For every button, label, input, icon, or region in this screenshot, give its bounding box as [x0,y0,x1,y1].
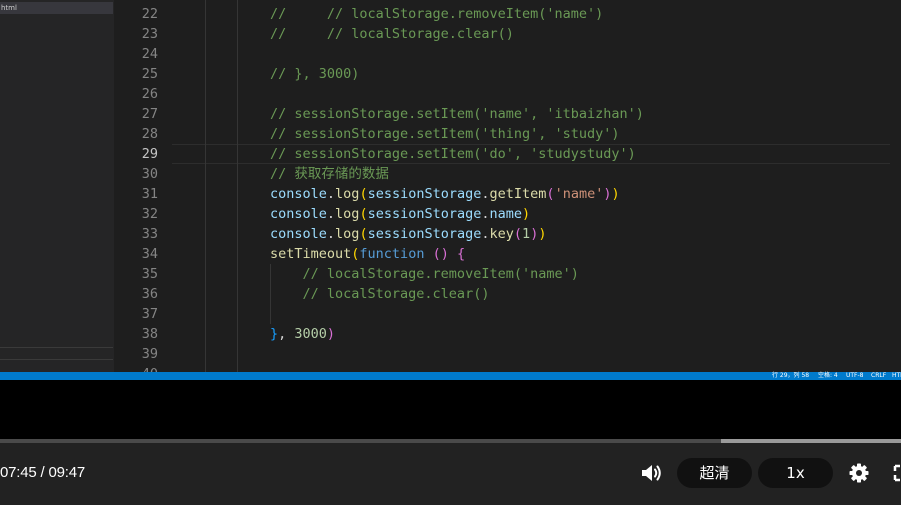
code-line: setTimeout(function () { [270,246,466,262]
code-editor[interactable]: // // localStorage.removeItem('name') //… [172,0,901,372]
line-number: 28 [141,126,158,142]
code-line: // // localStorage.removeItem('name') [270,6,604,22]
code-line: // 获取存储的数据 [270,166,389,182]
line-number: 34 [141,246,158,262]
current-time: 07:45 [0,464,37,481]
volume-icon[interactable] [641,463,663,483]
line-number: 24 [141,46,158,62]
line-number: 39 [141,346,158,362]
language-mode[interactable]: HTML [892,372,901,380]
code-line: // sessionStorage.setItem('name', 'itbai… [270,106,644,122]
indent-setting[interactable]: 空格: 4 [818,372,838,380]
player-controls: 07:45 / 09:47 超清 1x [0,443,901,505]
line-number: 25 [141,66,158,82]
code-line: // sessionStorage.setItem('thing', 'stud… [270,126,620,142]
time-display: 07:45 / 09:47 [0,463,85,483]
line-number: 37 [141,306,158,322]
line-number: 26 [141,86,158,102]
explorer-file-item[interactable]: html [0,2,113,14]
code-line: }, 3000) [270,326,336,342]
code-line: console.log(sessionStorage.getItem('name… [270,186,620,202]
line-number: 35 [141,266,158,282]
line-number: 23 [141,26,158,42]
explorer-divider [0,359,113,360]
code-line: // }, 3000) [270,66,360,82]
code-line: // localStorage.clear() [270,286,490,302]
quality-button[interactable]: 超清 [677,458,752,488]
explorer-divider [0,347,113,348]
line-number: 38 [141,326,158,342]
line-number: 22 [141,6,158,22]
line-number: 36 [141,286,158,302]
gear-icon[interactable] [849,463,869,483]
code-line: console.log(sessionStorage.key(1)) [270,226,547,242]
code-line: console.log(sessionStorage.name) [270,206,531,222]
fullscreen-icon[interactable] [893,464,901,482]
indent-guide [237,0,238,372]
code-line-current: // sessionStorage.setItem('do', 'studyst… [270,146,636,162]
eol-label[interactable]: CRLF [871,372,886,380]
cursor-position[interactable]: 行 29，列 58 [772,372,809,380]
code-line: // // localStorage.clear() [270,26,514,42]
code-line: // localStorage.removeItem('name') [270,266,579,282]
time-separator: / [36,464,49,481]
encoding-label[interactable]: UTF-8 [846,372,864,380]
line-number-gutter: 22 23 24 25 26 27 28 29 30 31 32 33 34 3… [114,0,172,380]
duration: 09:47 [48,464,85,481]
status-bar: 行 29，列 58 空格: 4 UTF-8 CRLF HTML [0,372,901,380]
line-number: 30 [141,166,158,182]
file-explorer-panel: html [0,0,115,372]
line-number: 27 [141,106,158,122]
line-number: 33 [141,226,158,242]
line-number-current: 29 [141,146,158,162]
indent-guide [205,0,206,372]
line-number: 31 [141,186,158,202]
line-number: 32 [141,206,158,222]
speed-button[interactable]: 1x [758,458,833,488]
video-frame[interactable]: html 22 23 24 25 26 27 28 29 30 31 32 33… [0,0,901,380]
